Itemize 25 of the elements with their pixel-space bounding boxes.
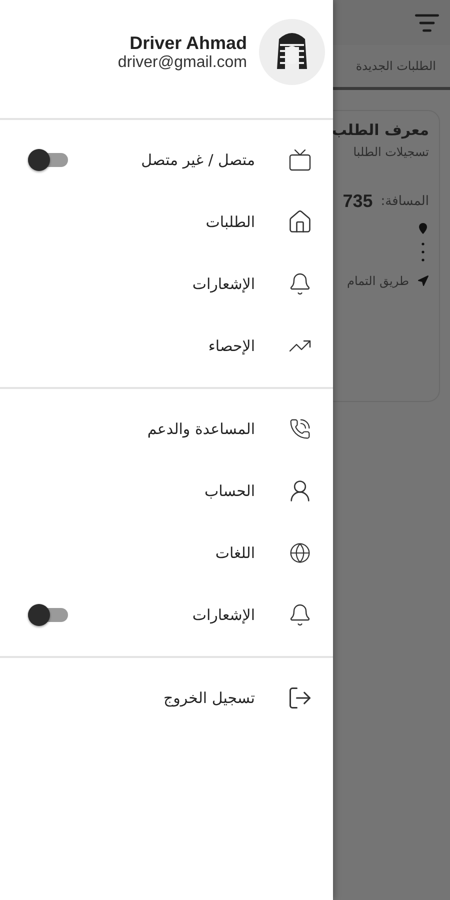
home-icon — [287, 209, 313, 235]
menu-item[interactable]: اللغات — [215, 544, 255, 562]
bell-icon — [288, 272, 312, 296]
navigation-icon — [417, 275, 429, 287]
logout-icon — [287, 685, 313, 711]
driver-email: driver@gmail.com — [118, 54, 247, 72]
tv-icon — [288, 148, 312, 172]
menu-item[interactable]: المساعدة والدعم — [147, 420, 255, 438]
menu-item[interactable]: الإشعارات — [192, 606, 255, 624]
card-subtitle: تسجيلات الطلبا — [352, 145, 429, 159]
route-text: طريق التمام — [347, 274, 409, 288]
distance-label: المسافة: — [380, 194, 429, 209]
card-title: معرف الطلب — [333, 121, 429, 139]
menu-item[interactable]: الطلبات — [206, 213, 255, 231]
menu-item[interactable]: الحساب — [204, 482, 255, 500]
distance-value: 735 — [342, 191, 373, 212]
menu-item[interactable]: تسجيل الخروج — [163, 689, 255, 707]
bell-icon — [288, 603, 312, 627]
menu-item[interactable]: الإشعارات — [192, 275, 255, 293]
menu-item[interactable]: متصل / غير متصل — [141, 151, 255, 169]
globe-icon — [289, 542, 311, 564]
phone-icon — [289, 418, 311, 440]
avatar-icon — [259, 19, 325, 85]
menu-item[interactable]: الإحصاء — [208, 337, 255, 355]
driver-name: Driver Ahmad — [130, 32, 247, 54]
